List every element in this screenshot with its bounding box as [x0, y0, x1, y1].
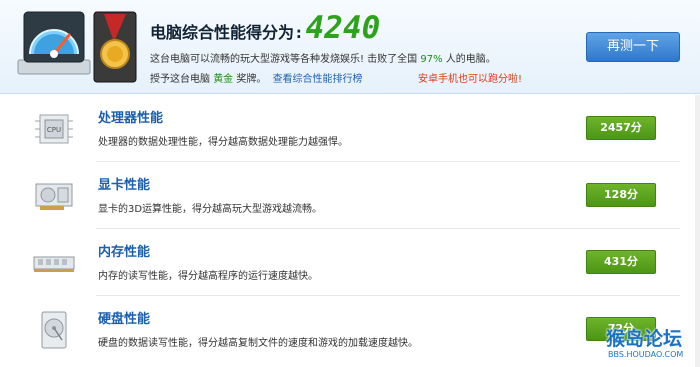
item-title: 硬盘性能: [98, 312, 151, 327]
item-description: 硬盘的数据读写性能，得分越高复制文件的速度和游戏的加载速度越快。: [98, 338, 418, 349]
site-watermark: 猴岛论坛 BBS.HOUDAO.COM: [606, 324, 700, 367]
android-promo-link[interactable]: 安卓手机也可以跑分啦!: [418, 70, 522, 85]
performance-list: CPU 处理器性能 处理器的数据处理性能，得分越高数据处理能力越强悍。 2457…: [0, 95, 700, 367]
list-item-disk: 硬盘性能 硬盘的数据读写性能，得分越高复制文件的速度和游戏的加载速度越快。 72…: [0, 296, 700, 363]
list-item-gpu: 显卡性能 显卡的3D运算性能，得分越高玩大型游戏越流畅。 128分: [0, 162, 700, 229]
item-title: 处理器性能: [98, 111, 164, 126]
medal-level: 黄金: [213, 74, 234, 85]
score-title: 电脑综合性能得分为: 4240: [150, 10, 381, 46]
list-item-cpu: CPU 处理器性能 处理器的数据处理性能，得分越高数据处理能力越强悍。 2457…: [0, 95, 700, 162]
item-description: 处理器的数据处理性能，得分越高数据处理能力越强悍。: [98, 137, 348, 148]
item-title: 内存性能: [98, 245, 151, 260]
cpu-icon: CPU: [35, 114, 73, 144]
item-description: 内存的读写性能，得分越高程序的运行速度越快。: [98, 271, 318, 282]
medal-suffix: 奖牌。: [236, 74, 267, 85]
svg-text:CPU: CPU: [47, 126, 61, 134]
summary-text: 这台电脑可以流畅的玩大型游戏等各种发烧娱乐! 击败了全国: [150, 54, 418, 65]
beat-percent: 97%: [420, 54, 443, 65]
summary-suffix: 人的电脑。: [445, 54, 496, 65]
graphics-card-icon: [35, 183, 73, 210]
score-label: 电脑综合性能得分为:: [150, 23, 304, 42]
gold-medal-icon: [93, 11, 137, 83]
cpu-score-button[interactable]: 2457分: [586, 116, 656, 140]
gpu-score-button[interactable]: 128分: [586, 183, 656, 207]
watermark-url: BBS.HOUDAO.COM: [608, 350, 684, 359]
retest-button[interactable]: 再测一下: [586, 32, 680, 62]
result-header: 电脑综合性能得分为: 4240 这台电脑可以流畅的玩大型游戏等各种发烧娱乐! 击…: [0, 0, 700, 94]
memory-score-button[interactable]: 431分: [586, 250, 656, 274]
hard-disk-icon: [41, 311, 67, 349]
list-item-memory: 内存性能 内存的读写性能，得分越高程序的运行速度越快。 431分: [0, 229, 700, 296]
watermark-text: 猴岛论坛: [606, 328, 683, 350]
overall-score: 4240: [305, 10, 381, 46]
item-title: 显卡性能: [98, 178, 151, 193]
item-description: 显卡的3D运算性能，得分越高玩大型游戏越流畅。: [98, 204, 323, 215]
performance-summary: 这台电脑可以流畅的玩大型游戏等各种发烧娱乐! 击败了全国 97% 人的电脑。: [150, 50, 496, 65]
medal-line: 授予这台电脑 黄金 奖牌。 查看综合性能排行榜: [150, 70, 363, 85]
memory-icon: [33, 256, 75, 272]
ranking-link[interactable]: 查看综合性能排行榜: [273, 74, 363, 85]
speedometer-icon: [17, 11, 91, 75]
medal-text: 授予这台电脑: [150, 74, 210, 85]
